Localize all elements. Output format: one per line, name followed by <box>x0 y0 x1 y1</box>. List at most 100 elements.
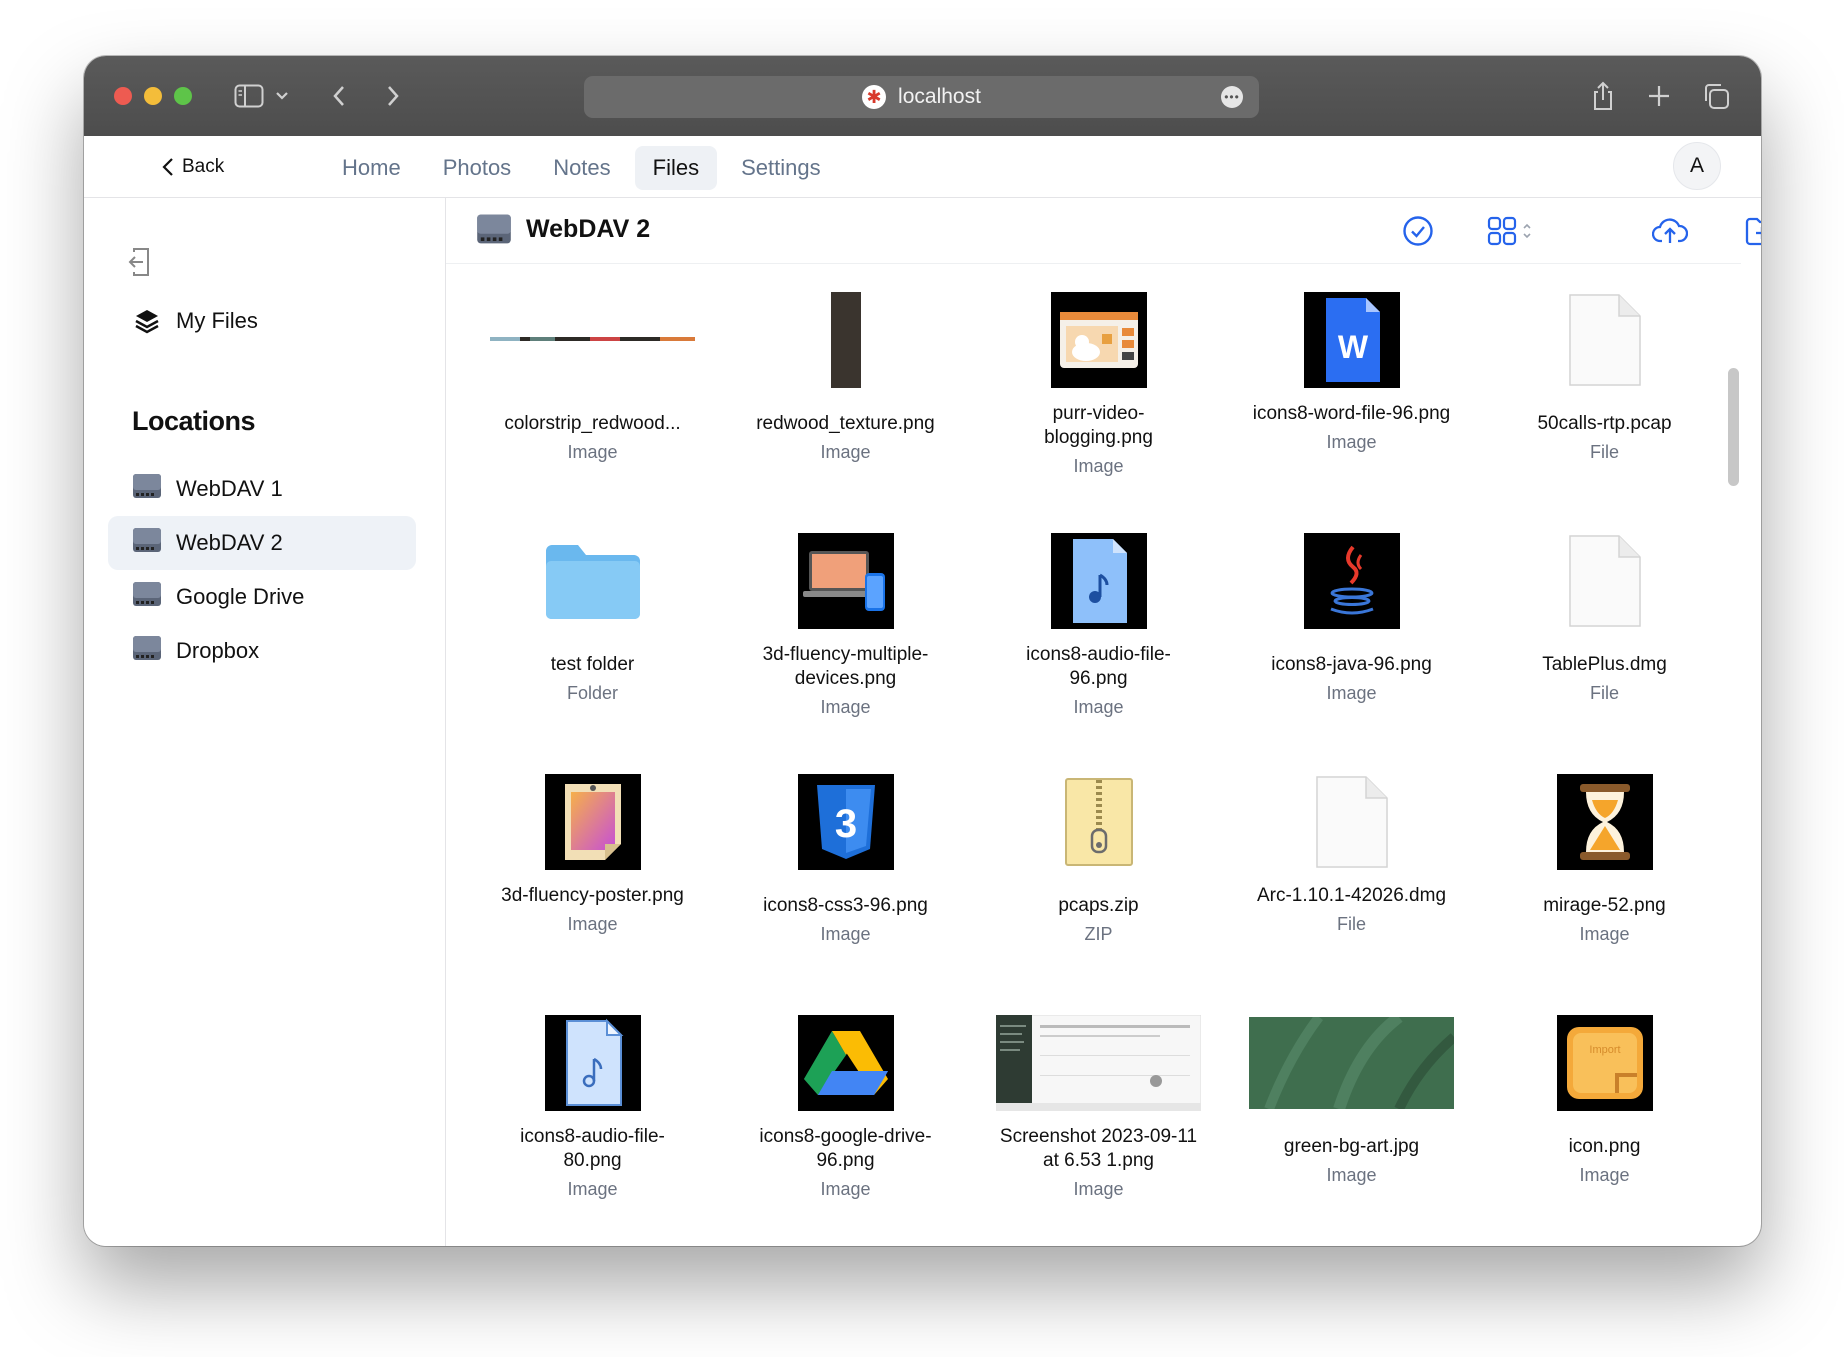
file-name: icons8-audio-file-96.png <box>1026 644 1171 689</box>
location-label: WebDAV 2 <box>176 530 283 555</box>
browser-titlebar: ✱ localhost ••• <box>84 56 1761 136</box>
view-mode-button[interactable] <box>1486 214 1540 248</box>
file-type: Image <box>820 442 871 462</box>
drive-icon <box>132 580 162 614</box>
chevron-down-icon[interactable] <box>272 76 292 116</box>
file-name: icons8-java-96.png <box>1271 654 1432 675</box>
zoom-window-button[interactable] <box>174 87 192 105</box>
tab-settings[interactable]: Settings <box>723 146 839 190</box>
new-folder-button[interactable] <box>1744 214 1761 248</box>
layers-icon <box>135 310 159 334</box>
file-item[interactable]: Screenshot 2023-09-11 at 6.53 1.png Imag… <box>972 1003 1225 1244</box>
file-item[interactable]: 3d-fluency-poster.png Image <box>466 762 719 1003</box>
file-type: Image <box>1579 924 1630 944</box>
file-name: mirage-52.png <box>1543 895 1666 916</box>
tab-home[interactable]: Home <box>324 146 419 190</box>
svg-text:W: W <box>1337 329 1368 365</box>
file-type: Image <box>1326 1165 1377 1185</box>
file-name: Screenshot 2023-09-11 at 6.53 1.png <box>999 1126 1198 1171</box>
tab-files[interactable]: Files <box>634 146 718 190</box>
file-item[interactable]: 50calls-rtp.pcap File <box>1478 280 1731 521</box>
file-name: icons8-css3-96.png <box>763 895 928 916</box>
file-name: pcaps.zip <box>1058 895 1139 916</box>
sidebar-toggle-icon[interactable] <box>232 76 266 116</box>
browser-back-icon[interactable] <box>324 76 354 116</box>
file-browser-header: WebDAV 2 <box>446 198 1761 264</box>
location-label: Google Drive <box>176 584 305 609</box>
file-item[interactable]: purr-video-blogging.png Image <box>972 280 1225 521</box>
file-name: icons8-word-file-96.png <box>1252 403 1451 424</box>
css3-icon: 3 <box>743 762 948 882</box>
google-drive-icon <box>743 1003 948 1123</box>
more-options-icon[interactable]: ••• <box>1221 86 1243 108</box>
file-type: File <box>1336 914 1366 934</box>
file-item[interactable]: colorstrip_redwood... Image <box>466 280 719 521</box>
drive-icon <box>132 472 162 506</box>
file-item[interactable]: W icons8-word-file-96.png Image <box>1225 280 1478 521</box>
sidebar: My Files Locations WebDAV 1 WebDAV 2 Goo… <box>84 198 446 1246</box>
sidebar-item-webdav-1[interactable]: WebDAV 1 <box>108 462 416 516</box>
address-bar[interactable]: ✱ localhost ••• <box>584 76 1259 118</box>
collapse-sidebar-icon[interactable] <box>128 246 158 283</box>
file-item[interactable]: Import icon.png Image <box>1478 1003 1731 1244</box>
file-item[interactable]: icons8-google-drive-96.png Image <box>719 1003 972 1244</box>
grid-view-icon <box>1487 216 1531 246</box>
sidebar-item-webdav-2[interactable]: WebDAV 2 <box>108 516 416 570</box>
svg-text:3: 3 <box>834 802 856 846</box>
file-item[interactable]: TablePlus.dmg File <box>1478 521 1731 762</box>
poster-icon <box>490 762 695 882</box>
file-item[interactable]: mirage-52.png Image <box>1478 762 1731 1003</box>
file-type: Folder <box>566 683 619 703</box>
avatar[interactable]: A <box>1673 142 1721 190</box>
java-icon <box>1249 521 1454 641</box>
file-item[interactable]: pcaps.zip ZIP <box>972 762 1225 1003</box>
close-window-button[interactable] <box>114 87 132 105</box>
file-name: purr-video-blogging.png <box>1044 403 1153 448</box>
file-name: colorstrip_redwood... <box>504 413 681 434</box>
file-name: 3d-fluency-poster.png <box>501 885 684 906</box>
tab-notes[interactable]: Notes <box>535 146 628 190</box>
back-button[interactable]: Back <box>162 152 224 182</box>
file-item[interactable]: icons8-audio-file-96.png Image <box>972 521 1225 762</box>
file-name: TablePlus.dmg <box>1542 654 1667 675</box>
sidebar-item-dropbox[interactable]: Dropbox <box>108 624 416 678</box>
file-name: 3d-fluency-multiple-devices.png <box>762 644 929 689</box>
import-icon-text: Import <box>1589 1044 1620 1056</box>
browser-forward-icon[interactable] <box>378 76 408 116</box>
check-circle-icon <box>1403 216 1433 246</box>
file-item[interactable]: 3 icons8-css3-96.png Image <box>719 762 972 1003</box>
file-item[interactable]: icons8-java-96.png Image <box>1225 521 1478 762</box>
file-item[interactable]: icons8-audio-file-80.png Image <box>466 1003 719 1244</box>
folder-item[interactable]: test folder Folder <box>466 521 719 762</box>
locations-heading: Locations <box>132 406 256 436</box>
upload-button[interactable] <box>1652 214 1688 248</box>
new-tab-icon[interactable] <box>1644 76 1674 116</box>
file-type: Image <box>1326 683 1377 703</box>
file-browser: WebDAV 2 colorstrip_redwood... Image red… <box>446 198 1761 1246</box>
site-favicon-icon: ✱ <box>862 85 887 109</box>
file-item[interactable]: 3d-fluency-multiple-devices.png Image <box>719 521 972 762</box>
file-item[interactable]: Arc-1.10.1-42026.dmg File <box>1225 762 1478 1003</box>
minimize-window-button[interactable] <box>144 87 162 105</box>
select-mode-button[interactable] <box>1402 214 1434 248</box>
scrollbar[interactable] <box>1728 368 1739 486</box>
my-files-link[interactable]: My Files <box>134 308 258 334</box>
file-name: green-bg-art.jpg <box>1283 1136 1420 1157</box>
sidebar-item-google-drive[interactable]: Google Drive <box>108 570 416 624</box>
nav-tabs: Home Photos Notes Files Settings <box>324 146 839 190</box>
file-type: Image <box>820 697 871 717</box>
page-title: WebDAV 2 <box>476 212 650 246</box>
tab-photos[interactable]: Photos <box>425 146 530 190</box>
file-type: Image <box>567 914 618 934</box>
file-item[interactable]: green-bg-art.jpg Image <box>1225 1003 1478 1244</box>
tab-overview-icon[interactable] <box>1700 76 1732 116</box>
file-name: redwood_texture.png <box>756 413 935 434</box>
share-icon[interactable] <box>1588 76 1618 116</box>
audio-file-icon <box>490 1003 695 1123</box>
file-type: Image <box>1073 697 1124 717</box>
zip-file-icon <box>996 762 1201 882</box>
file-type: Image <box>820 924 871 944</box>
file-type: Image <box>1326 432 1377 452</box>
file-name: 50calls-rtp.pcap <box>1537 413 1672 434</box>
file-item[interactable]: redwood_texture.png Image <box>719 280 972 521</box>
